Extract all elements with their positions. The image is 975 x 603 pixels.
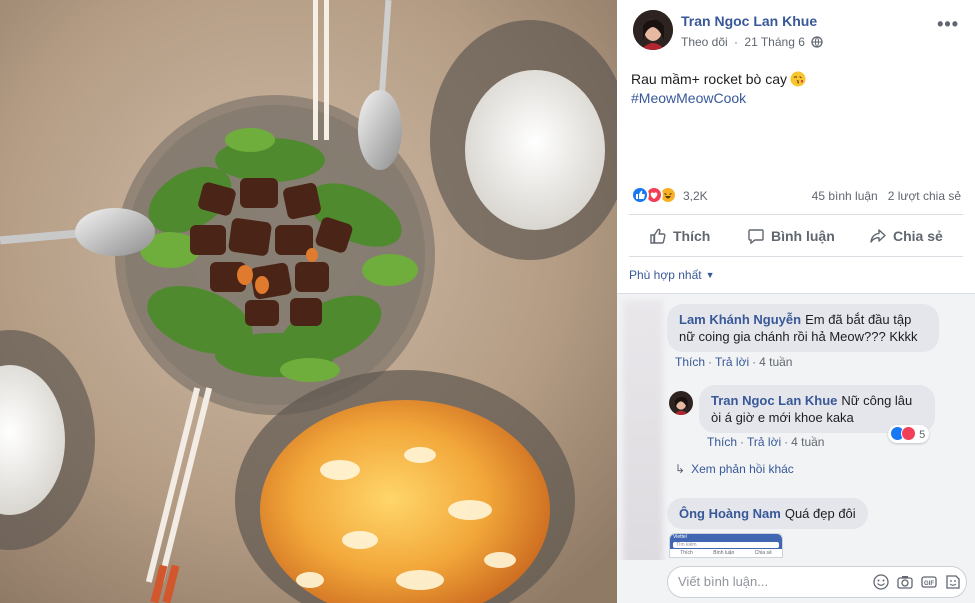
reply-like-link[interactable]: Thích (707, 435, 737, 449)
post-photo[interactable] (0, 0, 617, 603)
divider (629, 214, 963, 215)
like-icon (631, 186, 649, 204)
comment-bubble: Lam Khánh Nguyễn Em đã bắt đầu tập nữ coi… (667, 304, 939, 352)
share-icon (870, 229, 886, 243)
engagement-counts: 45 bình luận 2 lượt chia sẻ (812, 189, 961, 203)
post-date[interactable]: 21 Tháng 6 (744, 35, 805, 49)
caret-down-icon: ▼ (705, 270, 715, 280)
globe-icon (811, 36, 823, 48)
follow-link[interactable]: Theo dõi (681, 35, 728, 49)
caption-text: Rau mầm+ rocket bò cay (631, 71, 788, 87)
comment-author[interactable]: Lam Khánh Nguyễn (679, 312, 801, 327)
comment-image-attachment[interactable]: Viettel Tìm kiếm Thích Bình luận Chia sẻ (669, 533, 783, 558)
comment-count[interactable]: 45 bình luận (812, 189, 878, 203)
attachment-tab-comment: Bình luận (713, 550, 735, 556)
post-side-panel: Tran Ngoc Lan Khue Theo dõi · 21 Tháng 6… (617, 0, 975, 603)
sort-label: Phù hợp nhất (629, 268, 702, 282)
reply-reaction-count: 5 (919, 429, 926, 441)
sticker-icon[interactable] (945, 574, 961, 590)
reply-actions: Thích · Trả lời · 4 tuần (707, 435, 825, 449)
emoji-icon[interactable] (873, 574, 889, 590)
svg-text:GIF: GIF (924, 581, 934, 587)
reply-reactions[interactable]: 5 (888, 425, 930, 443)
share-button[interactable]: Chia sẻ (869, 220, 943, 252)
camera-icon[interactable] (897, 574, 913, 590)
write-comment-bar: Viết bình luận... GIF (617, 560, 975, 603)
share-count[interactable]: 2 lượt chia sẻ (888, 189, 961, 203)
post-caption: Rau mầm+ rocket bò cay #MeowMeowCook (631, 70, 806, 108)
love-icon (901, 426, 916, 441)
comment-icon (748, 229, 764, 245)
blurred-strip (623, 300, 663, 600)
reaction-count[interactable]: 3,2K (683, 189, 708, 203)
reply-avatar[interactable] (669, 391, 693, 415)
meta-separator: · (734, 35, 739, 49)
more-replies-link[interactable]: ↳ Xem phản hồi khác (675, 462, 794, 476)
post-actions: Thích Bình luận Chia sẻ (629, 220, 963, 252)
comment-input-placeholder: Viết bình luận... (678, 574, 769, 589)
author-name[interactable]: Tran Ngoc Lan Khue (681, 13, 817, 29)
kiss-emoji-icon (790, 71, 806, 87)
share-label: Chia sẻ (893, 228, 943, 244)
thumbs-up-icon (650, 228, 666, 244)
comment-time[interactable]: 4 tuần (759, 355, 792, 369)
attachment-tabs: Thích Bình luận Chia sẻ (670, 549, 782, 556)
reactions-summary: 3,2K 45 bình luận 2 lượt chia sẻ (631, 186, 961, 206)
food-photo-illustration (0, 0, 617, 603)
attachment-searchbar: Tìm kiếm (670, 541, 782, 549)
reply-time[interactable]: 4 tuần (791, 435, 824, 449)
post-meta: Theo dõi · 21 Tháng 6 (681, 35, 823, 49)
gif-icon[interactable]: GIF (921, 574, 937, 590)
comment-author[interactable]: Ông Hoàng Nam (679, 506, 781, 521)
comment-sort-dropdown[interactable]: Phù hợp nhất ▼ (629, 268, 715, 282)
comment-label: Bình luận (771, 228, 835, 244)
attachment-statusbar: Viettel (670, 534, 782, 541)
like-button[interactable]: Thích (649, 220, 710, 252)
author-avatar[interactable] (633, 10, 673, 50)
more-options-button[interactable]: ••• (937, 14, 959, 35)
reply-reply-link[interactable]: Trả lời (747, 435, 781, 449)
reply-arrow-icon: ↳ (675, 462, 686, 476)
more-replies-label: Xem phản hồi khác (691, 462, 794, 476)
comment-reply-link[interactable]: Trả lời (715, 355, 749, 369)
hashtag-link[interactable]: #MeowMeowCook (631, 89, 806, 108)
like-label: Thích (673, 228, 711, 244)
attachment-tab-like: Thích (680, 550, 693, 556)
comment-bubble: Ông Hoàng Nam Quá đẹp đôi (667, 498, 868, 529)
attachment-search: Tìm kiếm (673, 542, 779, 548)
reply-author[interactable]: Tran Ngoc Lan Khue (711, 393, 837, 408)
comment-like-link[interactable]: Thích (675, 355, 705, 369)
comment-button[interactable]: Bình luận (747, 220, 835, 252)
attachment-tab-share: Chia sẻ (754, 550, 772, 556)
divider (629, 256, 963, 257)
comment-actions: Thích · Trả lời · 4 tuần (675, 355, 793, 369)
post-header: Tran Ngoc Lan Khue Theo dõi · 21 Tháng 6… (633, 10, 975, 52)
comment-text: Quá đẹp đôi (784, 506, 856, 521)
comment-input-tools: GIF (865, 574, 961, 590)
